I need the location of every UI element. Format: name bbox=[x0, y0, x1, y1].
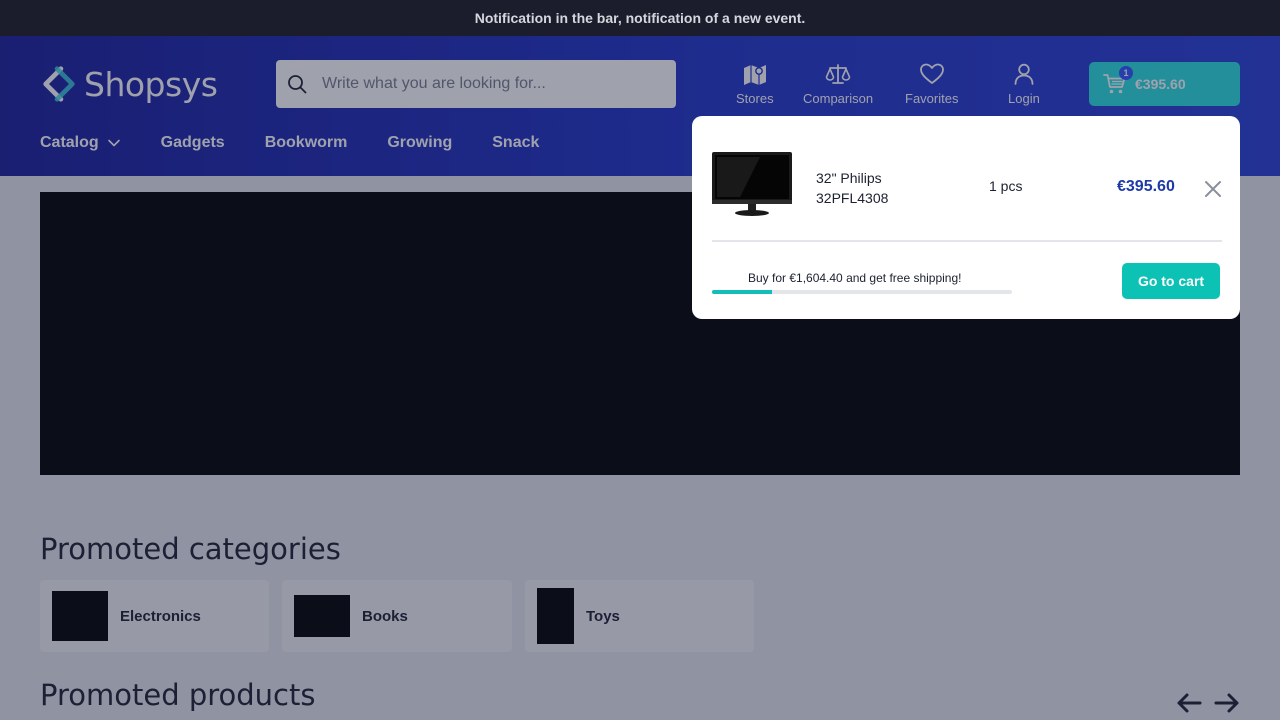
free-shipping-progress bbox=[712, 290, 1012, 294]
free-shipping-progress-fill bbox=[712, 290, 772, 294]
product-price: €395.60 bbox=[1117, 178, 1175, 195]
notification-text: Notification in the bar, notification of… bbox=[474, 10, 806, 26]
cart-popup: 32" Philips 32PFL4308 1 pcs €395.60 Buy … bbox=[692, 116, 1240, 319]
go-to-cart-button[interactable]: Go to cart bbox=[1122, 263, 1220, 299]
divider bbox=[712, 240, 1222, 242]
product-name[interactable]: 32" Philips 32PFL4308 bbox=[816, 168, 946, 208]
free-shipping-text: Buy for €1,604.40 and get free shipping! bbox=[748, 271, 962, 285]
notification-bar: Notification in the bar, notification of… bbox=[0, 0, 1280, 36]
product-quantity: 1 pcs bbox=[989, 178, 1023, 194]
close-icon[interactable] bbox=[1204, 180, 1222, 198]
product-image[interactable] bbox=[712, 152, 792, 218]
